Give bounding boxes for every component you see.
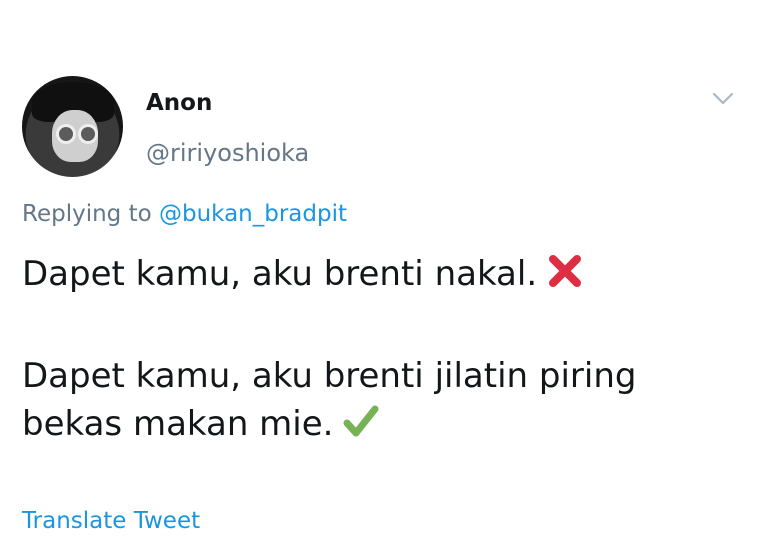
translate-tweet-link[interactable]: Translate Tweet: [22, 508, 200, 534]
avatar[interactable]: [22, 76, 123, 177]
avatar-glass-right: [78, 124, 98, 144]
author-handle[interactable]: @ririyoshioka: [146, 139, 309, 167]
check-mark-icon: [341, 401, 381, 454]
replying-to-label: Replying to: [22, 201, 152, 227]
tweet-card: Anon @ririyoshioka Replying to @bukan_br…: [0, 0, 759, 559]
chevron-down-icon[interactable]: [712, 92, 734, 106]
author-name[interactable]: Anon: [146, 90, 212, 116]
tweet-line-1: Dapet kamu, aku brenti nakal.: [22, 254, 538, 294]
replying-to-line: Replying to @bukan_bradpit: [22, 201, 347, 227]
reply-mention-link[interactable]: @bukan_bradpit: [159, 201, 347, 227]
tweet-paragraph-1: Dapet kamu, aku brenti nakal.: [22, 250, 742, 304]
avatar-glass-left: [56, 124, 76, 144]
tweet-line-2: Dapet kamu, aku brenti jilatin piring be…: [22, 356, 637, 444]
tweet-text: Dapet kamu, aku brenti nakal. Dapet kamu…: [22, 250, 742, 454]
cross-mark-icon: [545, 251, 585, 304]
tweet-paragraph-2: Dapet kamu, aku brenti jilatin piring be…: [22, 352, 742, 454]
